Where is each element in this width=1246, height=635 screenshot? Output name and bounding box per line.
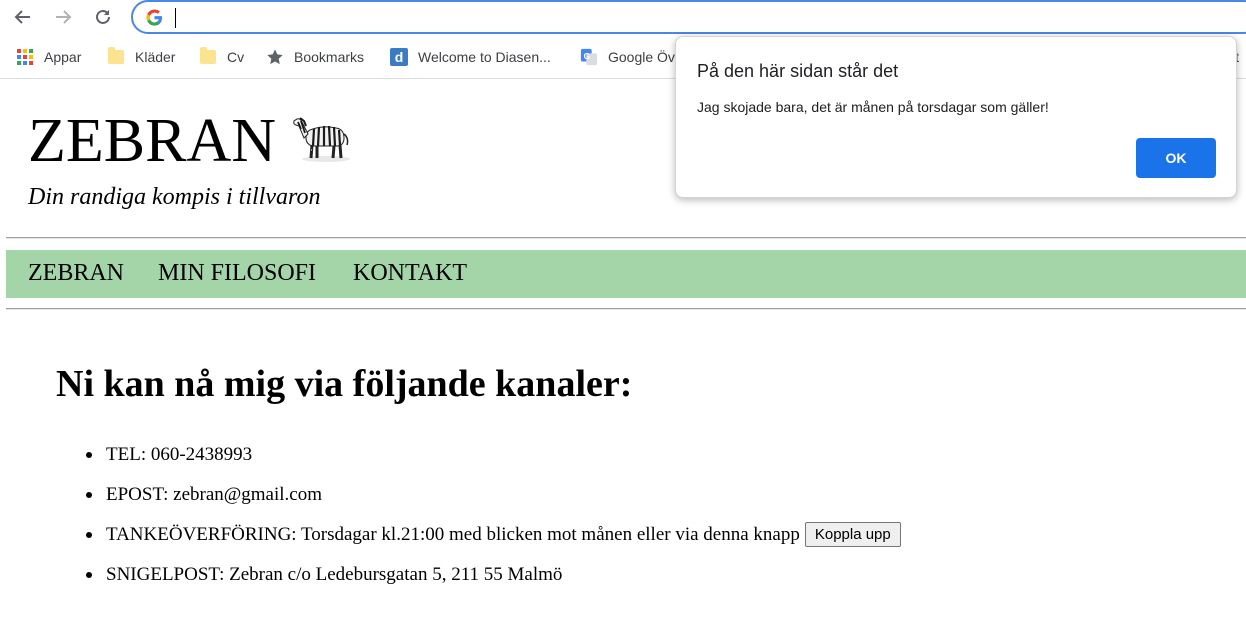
bookmark-bookmarks[interactable]: Bookmarks <box>266 46 364 68</box>
bullet <box>86 492 92 498</box>
bullet <box>86 531 92 538</box>
bookmark-folder-cv[interactable]: Cv <box>199 46 244 68</box>
bookmark-folder-klader[interactable]: Kläder <box>107 46 175 68</box>
google-icon <box>146 9 163 26</box>
list-item: EPOST: zebran@gmail.com <box>86 484 322 506</box>
contact-heading: Ni kan nå mig via följande kanaler: <box>56 363 633 405</box>
folder-icon <box>107 47 125 66</box>
nav-kontakt[interactable]: KONTAKT <box>353 260 467 287</box>
contact-snailmail: SNIGELPOST: Zebran c/o Ledebursgatan 5, … <box>106 564 563 585</box>
list-item: TEL: 060-2438993 <box>86 444 252 466</box>
apps-grid-icon <box>16 48 34 66</box>
bookmark-label: Appar <box>44 49 82 65</box>
arrow-right-icon <box>56 10 72 24</box>
zebra-icon <box>293 117 350 162</box>
bookmark-diasen[interactable]: d Welcome to Diasen... <box>390 46 551 68</box>
star-icon <box>266 48 284 66</box>
reload-icon <box>96 9 110 24</box>
dialog-message: Jag skojade bara, det är månen på torsda… <box>697 99 1049 115</box>
nav-zebran[interactable]: ZEBRAN <box>28 260 124 287</box>
bookmark-apps[interactable]: Appar <box>16 46 81 68</box>
bullet <box>86 452 92 458</box>
bookmark-google-translate[interactable]: G Google Öv <box>580 46 675 68</box>
contact-phone: TEL: 060-2438993 <box>106 444 253 465</box>
bullet <box>86 572 92 578</box>
forward-button[interactable] <box>50 4 76 30</box>
divider-bottom <box>6 308 1246 310</box>
arrow-left-icon <box>14 10 30 24</box>
list-item: SNIGELPOST: Zebran c/o Ledebursgatan 5, … <box>86 564 562 586</box>
browser-toolbar <box>0 0 1246 34</box>
site-title: ZEBRAN <box>28 107 276 175</box>
bookmark-label: Welcome to Diasen... <box>418 49 551 65</box>
text-caret <box>175 8 176 28</box>
site-tagline: Din randiga kompis i tillvaron <box>28 184 321 210</box>
reload-button[interactable] <box>90 4 116 30</box>
bookmark-label: Bookmarks <box>294 49 365 65</box>
divider-top <box>6 237 1246 239</box>
list-item: TANKEÖVERFÖRING: Torsdagar kl.21:00 med … <box>86 522 901 547</box>
ok-button[interactable]: OK <box>1136 138 1216 178</box>
connect-button[interactable]: Koppla upp <box>804 522 901 547</box>
contact-email: EPOST: zebran@gmail.com <box>106 484 323 505</box>
site-navbar: ZEBRAN MIN FILOSOFI KONTAKT <box>6 250 1246 298</box>
folder-icon <box>199 47 217 66</box>
bookmark-label: Google Öv <box>608 49 675 65</box>
diasen-icon: d <box>390 48 408 66</box>
google-translate-icon: G <box>580 48 598 66</box>
bookmark-label: Kläder <box>135 49 176 65</box>
back-button[interactable] <box>10 4 36 30</box>
svg-text:G: G <box>584 52 590 61</box>
dialog-title: På den här sidan står det <box>697 61 899 81</box>
contact-telepathy: TANKEÖVERFÖRING: Torsdagar kl.21:00 med … <box>106 523 800 545</box>
nav-min-filosofi[interactable]: MIN FILOSOFI <box>158 260 316 287</box>
address-bar[interactable] <box>131 0 1246 34</box>
alert-dialog: På den här sidan står det Jag skojade ba… <box>675 36 1237 198</box>
bookmark-label: Cv <box>227 49 245 65</box>
